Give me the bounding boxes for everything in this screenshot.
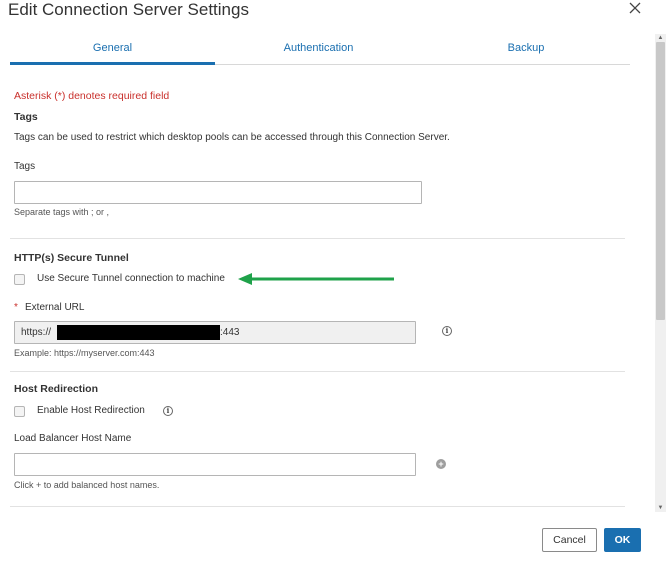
tags-field-label: Tags <box>14 161 36 172</box>
tags-input[interactable] <box>14 181 422 204</box>
required-field-note: Asterisk (*) denotes required field <box>14 90 170 102</box>
external-url-prefix: https:// <box>21 327 52 338</box>
info-icon[interactable]: i <box>442 326 452 336</box>
load-balancer-input[interactable] <box>14 453 416 476</box>
section-divider <box>10 238 625 239</box>
tab-authentication[interactable]: Authentication <box>216 36 421 65</box>
host-redirection-heading: Host Redirection <box>14 383 99 395</box>
external-url-label: External URL <box>25 302 85 313</box>
annotation-arrow <box>238 273 394 285</box>
info-icon[interactable]: i <box>163 406 173 416</box>
tags-heading: Tags <box>14 111 38 123</box>
section-divider <box>10 371 625 372</box>
cancel-button[interactable]: Cancel <box>542 528 597 552</box>
host-redirection-checkbox-label: Enable Host Redirection <box>37 405 145 416</box>
scrollbar-thumb[interactable] <box>656 42 665 320</box>
close-button[interactable] <box>627 0 645 18</box>
dialog-title: Edit Connection Server Settings <box>8 0 249 19</box>
section-divider <box>10 506 625 507</box>
ok-button[interactable]: OK <box>604 528 641 552</box>
load-balancer-hint: Click + to add balanced host names. <box>14 480 160 490</box>
close-icon <box>629 2 641 14</box>
external-url-hint: Example: https://myserver.com:443 <box>14 348 155 358</box>
secure-tunnel-heading: HTTP(s) Secure Tunnel <box>14 252 129 264</box>
scrollbar[interactable]: ▲ ▼ <box>655 34 666 512</box>
plus-icon[interactable]: + <box>436 459 446 469</box>
tags-hint: Separate tags with ; or , <box>14 207 110 217</box>
host-redirection-checkbox[interactable] <box>14 406 25 417</box>
redaction-block <box>57 325 220 340</box>
tab-bar: General Authentication Backup <box>10 36 630 65</box>
tags-description: Tags can be used to restrict which deskt… <box>14 132 450 143</box>
external-url-port: :443 <box>220 327 240 338</box>
scroll-up-arrow[interactable]: ▲ <box>655 34 666 42</box>
required-asterisk: * <box>14 302 18 313</box>
scroll-down-arrow[interactable]: ▼ <box>655 504 666 512</box>
load-balancer-label: Load Balancer Host Name <box>14 433 132 444</box>
secure-tunnel-checkbox[interactable] <box>14 274 25 285</box>
tab-backup[interactable]: Backup <box>422 36 630 65</box>
tab-general[interactable]: General <box>10 36 215 65</box>
secure-tunnel-checkbox-label: Use Secure Tunnel connection to machine <box>37 273 225 284</box>
